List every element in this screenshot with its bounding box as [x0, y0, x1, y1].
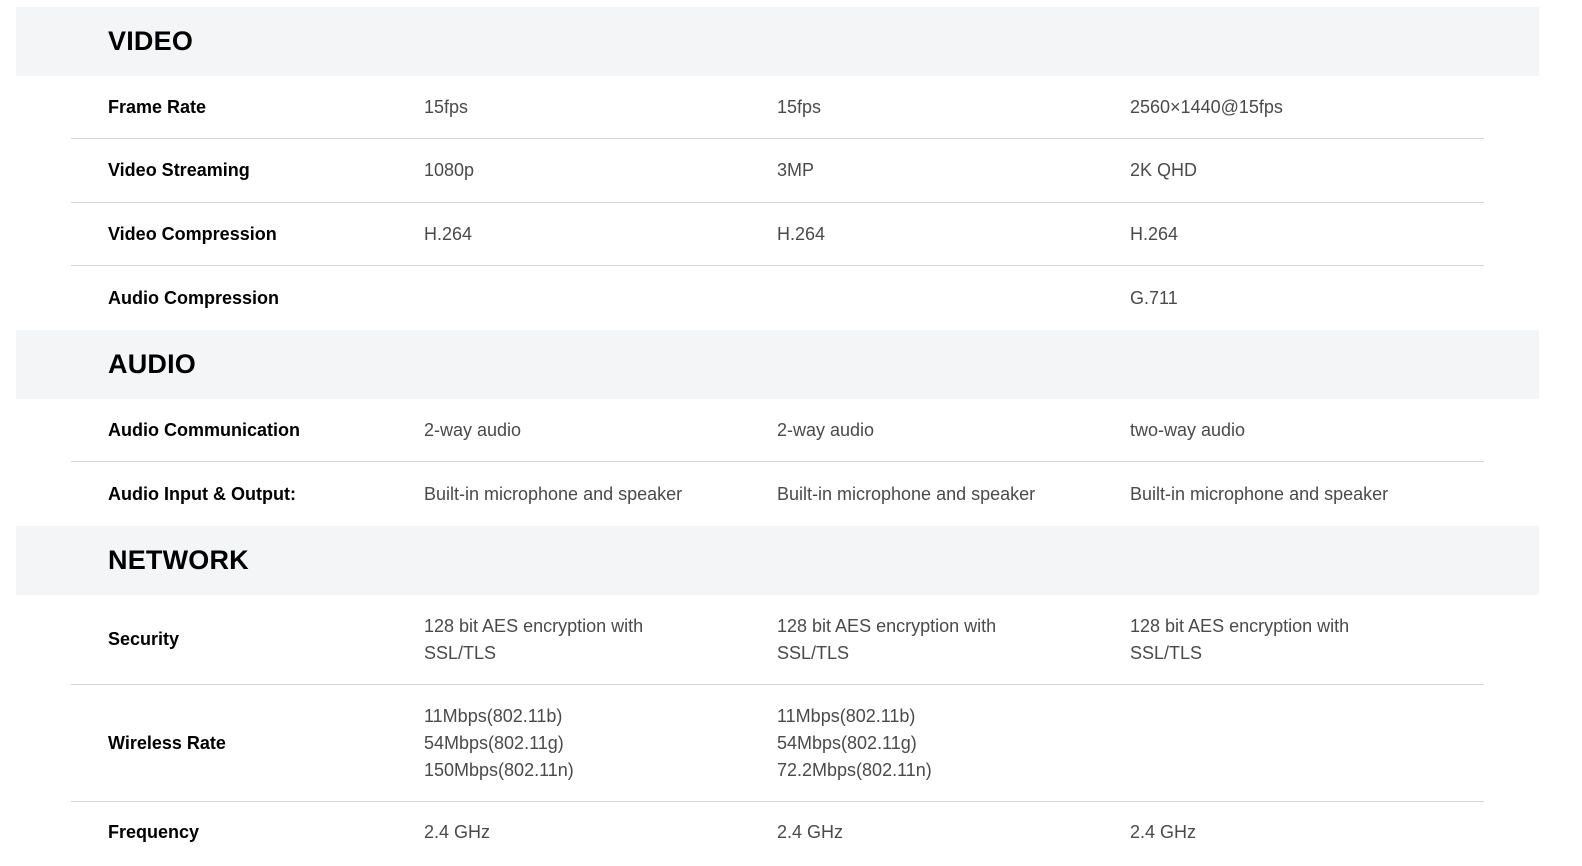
- spec-label: Security: [108, 629, 180, 649]
- spec-row-video-streaming: Video Streaming 1080p 3MP 2K QHD: [71, 139, 1484, 203]
- spec-row-video-compression: Video Compression H.264 H.264 H.264: [71, 203, 1484, 266]
- spec-row-frame-rate: Frame Rate 15fps 15fps 2560×1440@15fps: [71, 76, 1484, 139]
- section-title: NETWORK: [108, 545, 249, 575]
- spec-value-col1: 2.4 GHz: [424, 821, 491, 842]
- spec-label: Video Compression: [108, 223, 277, 244]
- spec-value-col3: 128 bit AES encryption with SSL/TLS: [1130, 615, 1350, 663]
- spec-value-col1: 11Mbps(802.11b) 54Mbps(802.11g) 150Mbps(…: [424, 705, 574, 780]
- spec-label: Audio Compression: [108, 287, 280, 308]
- spec-label: Audio Input & Output:: [108, 483, 296, 504]
- spec-row-security: Security 128 bit AES encryption with SSL…: [71, 595, 1484, 685]
- spec-value-col2: 128 bit AES encryption with SSL/TLS: [777, 615, 997, 663]
- spec-value-col2: 2.4 GHz: [777, 821, 844, 842]
- spec-value-col3: Built-in microphone and speaker: [1130, 483, 1389, 504]
- spec-row-audio-compression: Audio Compression G.711: [71, 266, 1484, 330]
- spec-value-col3: 2K QHD: [1130, 160, 1198, 180]
- spec-value-col2: 15fps: [777, 96, 822, 117]
- spec-row-wireless-rate: Wireless Rate 11Mbps(802.11b) 54Mbps(802…: [71, 685, 1484, 802]
- spec-value-col1: 128 bit AES encryption with SSL/TLS: [424, 615, 644, 663]
- spec-value-col1: 15fps: [424, 96, 469, 117]
- spec-row-audio-communication: Audio Communication 2-way audio 2-way au…: [71, 399, 1484, 462]
- section-header-network: NETWORK: [16, 526, 1539, 595]
- spec-value-col1: Built-in microphone and speaker: [424, 483, 683, 504]
- spec-value-col1: 1080p: [424, 160, 475, 180]
- spec-value-col2: 2-way audio: [777, 419, 875, 440]
- spec-value-col1: 2-way audio: [424, 419, 522, 440]
- spec-row-audio-input-output: Audio Input & Output: Built-in microphon…: [71, 462, 1484, 526]
- section-header-video: VIDEO: [16, 7, 1539, 76]
- spec-value-col3: G.711: [1130, 287, 1178, 308]
- spec-value-col2: 3MP: [777, 160, 815, 180]
- spec-value-col3: H.264: [1130, 223, 1179, 244]
- spec-label: Wireless Rate: [108, 732, 226, 753]
- spec-label: Frequency: [108, 821, 200, 842]
- spec-table: VIDEO Frame Rate 15fps 15fps 2560×1440@1…: [16, 7, 1539, 862]
- section-rows-video: Frame Rate 15fps 15fps 2560×1440@15fps V…: [71, 76, 1484, 330]
- spec-value-col3: 2.4 GHz: [1130, 821, 1197, 842]
- section-title: AUDIO: [108, 349, 196, 379]
- spec-value-col2: H.264: [777, 223, 826, 244]
- section-title: VIDEO: [108, 26, 194, 56]
- spec-label: Audio Communication: [108, 419, 300, 440]
- spec-value-col3: 2560×1440@15fps: [1130, 96, 1283, 117]
- spec-value-col2: 11Mbps(802.11b) 54Mbps(802.11g) 72.2Mbps…: [777, 705, 932, 780]
- section-rows-network: Security 128 bit AES encryption with SSL…: [71, 595, 1484, 862]
- spec-label: Frame Rate: [108, 96, 207, 117]
- section-header-audio: AUDIO: [16, 330, 1539, 399]
- spec-value-col2: Built-in microphone and speaker: [777, 483, 1036, 504]
- spec-value-col1: H.264: [424, 223, 473, 244]
- section-rows-audio: Audio Communication 2-way audio 2-way au…: [71, 399, 1484, 526]
- spec-row-frequency: Frequency 2.4 GHz 2.4 GHz 2.4 GHz: [71, 802, 1484, 862]
- spec-label: Video Streaming: [108, 160, 250, 180]
- spec-value-col3: two-way audio: [1130, 419, 1246, 440]
